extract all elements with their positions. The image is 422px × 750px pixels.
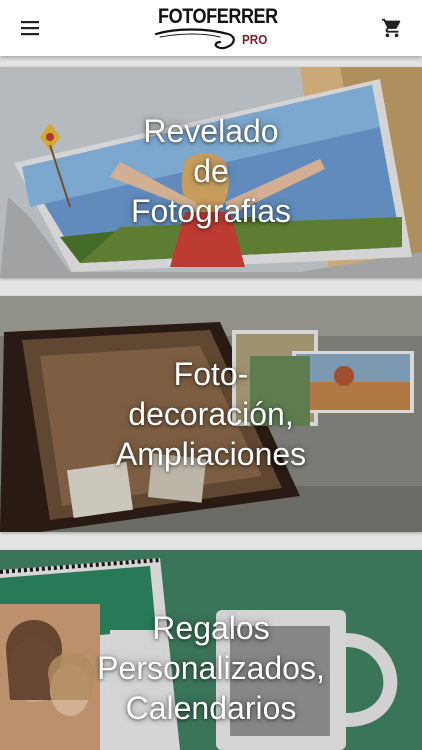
category-card-gifts-calendars[interactable]: Regalos Personalizados, Calendarios: [0, 550, 422, 750]
category-title-line: Calendarios: [125, 690, 297, 726]
category-title-line: Regalos: [152, 610, 270, 646]
top-app-bar: FOTOFERRER PRO: [0, 0, 422, 56]
logo-pro-text: PRO: [242, 32, 268, 47]
hamburger-menu-icon[interactable]: [20, 20, 40, 36]
category-title-line: decoración,: [128, 396, 294, 432]
category-card-photo-decoration[interactable]: Foto- decoración, Ampliaciones: [0, 296, 422, 532]
category-title: Revelado de Fotografias: [0, 111, 422, 231]
category-title-line: Fotografias: [130, 193, 292, 229]
category-title-line: Personalizados,: [97, 650, 325, 686]
cart-button[interactable]: [374, 10, 410, 46]
category-title-line: Ampliaciones: [115, 436, 307, 472]
category-title: Regalos Personalizados, Calendarios: [0, 608, 422, 728]
category-title: Foto- decoración, Ampliaciones: [0, 354, 422, 474]
brand-logo[interactable]: FOTOFERRER PRO: [154, 4, 278, 52]
category-title-line: Revelado: [143, 113, 279, 149]
category-title-line: Foto-: [173, 356, 249, 392]
shopping-cart-icon[interactable]: [381, 17, 403, 39]
category-title-line: de: [193, 153, 229, 189]
category-card-photo-prints[interactable]: Revelado de Fotografias: [0, 67, 422, 278]
menu-button[interactable]: [12, 10, 48, 46]
app-screen: FOTOFERRER PRO Revelado de Fotografias F…: [0, 0, 422, 750]
